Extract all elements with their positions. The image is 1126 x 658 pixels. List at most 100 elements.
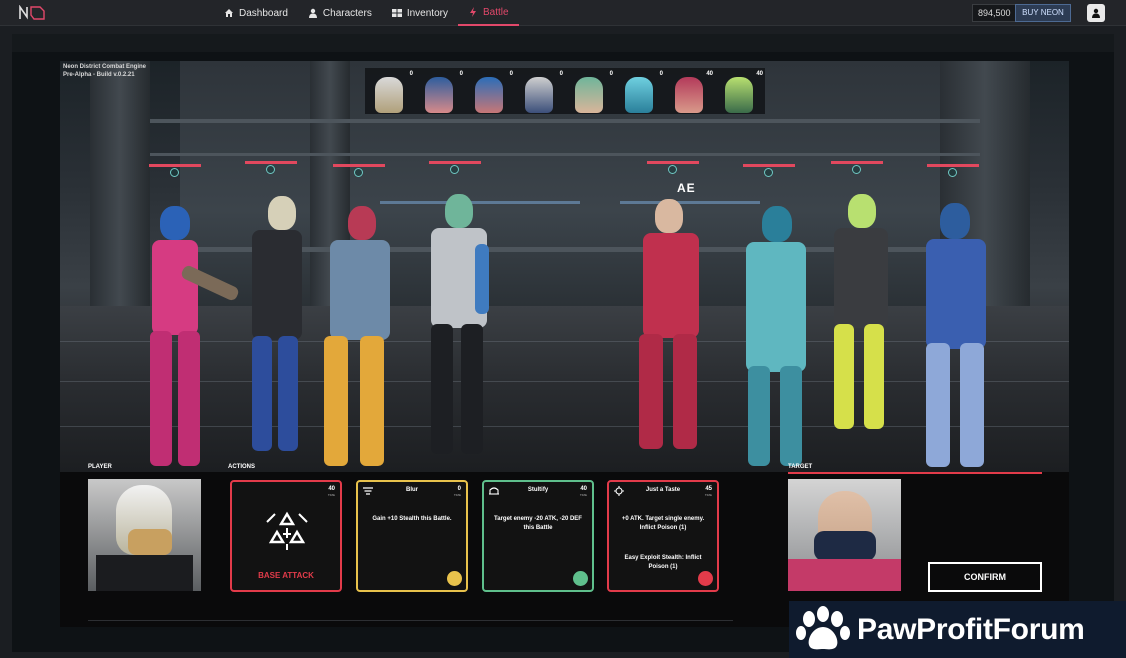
turn-value: 0 (509, 71, 513, 77)
nav-inventory[interactable]: Inventory (382, 0, 458, 26)
target-body (788, 559, 901, 591)
card-cost-unit: TIME (579, 493, 587, 497)
card-just-a-taste[interactable]: Just a Taste 45 TIME +0 ATK. Target singl… (607, 480, 719, 592)
turn-value: 0 (459, 71, 463, 77)
nav-characters-label: Characters (322, 7, 372, 19)
user-menu-button[interactable] (1087, 4, 1105, 22)
card-name: Just a Taste (645, 487, 681, 493)
bolt-icon (469, 7, 476, 17)
background-beam (150, 153, 980, 156)
health-bar (927, 164, 979, 167)
health-bar (429, 161, 481, 164)
card-cost: 0 TIME (454, 486, 461, 498)
turn-portrait[interactable]: 40 (665, 71, 715, 113)
turn-portrait[interactable]: 0 (615, 71, 665, 113)
target-marker[interactable] (266, 165, 275, 174)
turn-value: 0 (409, 71, 413, 77)
nav-menu: Dashboard Characters Inventory Battle (214, 0, 519, 26)
nav-dashboard-label: Dashboard (239, 7, 288, 19)
background-beam (150, 119, 980, 123)
panel-divider (88, 620, 733, 621)
card-description: Gain +10 Stealth this Battle. (372, 516, 452, 522)
turn-portrait[interactable]: 0 (365, 71, 415, 113)
neon-district-logo[interactable] (18, 5, 46, 21)
turn-value: 0 (609, 71, 613, 77)
buy-neon-button[interactable]: BUY NEON (1015, 4, 1071, 22)
target-marker[interactable] (948, 168, 957, 177)
frame-header (12, 34, 1114, 52)
target-marker[interactable] (354, 168, 363, 177)
actions-label: ACTIONS (228, 464, 255, 470)
turn-portrait[interactable]: 0 (515, 71, 565, 113)
neon-balance: 894,500 (972, 4, 1017, 22)
card-cost: 40 TIME (328, 486, 335, 498)
turn-order-bar: 0 0 0 0 0 0 40 40 (365, 68, 765, 114)
nav-battle[interactable]: Battle (457, 0, 519, 26)
health-bar (245, 161, 297, 164)
nav-battle-label: Battle (482, 6, 509, 18)
nav-dashboard[interactable]: Dashboard (214, 0, 298, 26)
health-bar (743, 164, 795, 167)
player-portrait (88, 479, 201, 591)
card-type-dot (573, 571, 588, 586)
enemy-fighter[interactable] (900, 203, 1010, 471)
engine-build-label: Neon District Combat Engine Pre-Alpha - … (63, 63, 146, 79)
user-icon (1092, 8, 1100, 18)
turn-portrait[interactable]: 0 (415, 71, 465, 113)
turn-portrait[interactable]: 0 (465, 71, 515, 113)
card-cost-unit: TIME (453, 493, 461, 497)
card-type-dot (447, 571, 462, 586)
card-blur[interactable]: Blur 0 TIME Gain +10 Stealth this Battle. (356, 480, 468, 592)
confirm-button[interactable]: CONFIRM (928, 562, 1042, 592)
enemy-fighter[interactable] (710, 206, 820, 471)
target-marker[interactable] (668, 165, 677, 174)
card-stultify[interactable]: Stultify 40 TIME Target enemy -20 ATK, -2… (482, 480, 594, 592)
enemy-fighter[interactable] (820, 194, 910, 434)
target-divider (788, 472, 1042, 474)
watermark-banner: PawProfitForum (789, 601, 1126, 658)
engine-build: Pre-Alpha - Build v.0.2.21 (63, 72, 135, 78)
battle-scene: Neon District Combat Engine Pre-Alpha - … (60, 61, 1069, 472)
turn-value: 40 (706, 71, 713, 77)
enemy-fighter[interactable] (605, 199, 705, 449)
player-mask (128, 529, 172, 555)
target-marker[interactable] (450, 165, 459, 174)
target-marker[interactable] (170, 168, 179, 177)
turn-value: 40 (756, 71, 763, 77)
health-bar (647, 161, 699, 164)
watermark-text: PawProfitForum (857, 612, 1085, 646)
player-shoulders (96, 555, 193, 591)
target-marker[interactable] (764, 168, 773, 177)
turn-portrait[interactable]: 40 (715, 71, 765, 113)
card-type-dot (698, 571, 713, 586)
target-gas-mask (814, 531, 876, 561)
base-attack-label: BASE ATTACK (258, 571, 314, 580)
paw-icon (796, 605, 850, 649)
health-bar (831, 161, 883, 164)
card-name: Stultify (527, 487, 549, 493)
nav-characters[interactable]: Characters (298, 0, 382, 26)
ally-fighter[interactable] (310, 206, 410, 471)
ally-fighter[interactable] (230, 196, 320, 456)
ally-fighter[interactable] (130, 206, 241, 471)
card-exploit-description: Easy Exploit Stealth: Inflict Poison (1) (624, 555, 702, 570)
card-description: +0 ATK. Target single enemy. Inflict Poi… (621, 516, 705, 531)
turn-portrait[interactable]: 0 (565, 71, 615, 113)
person-icon (308, 8, 317, 18)
grid-icon (391, 9, 402, 17)
ally-fighter[interactable] (415, 194, 515, 459)
turn-value: 0 (559, 71, 563, 77)
health-bar (333, 164, 385, 167)
top-nav: Dashboard Characters Inventory Battle 89… (0, 0, 1126, 26)
turn-value: 0 (659, 71, 663, 77)
card-cost: 45 TIME (705, 486, 712, 498)
card-base-attack[interactable]: 40 TIME BASE ATTACK (230, 480, 342, 592)
target-portrait (788, 479, 901, 591)
target-marker[interactable] (852, 165, 861, 174)
ae-sign: AE (677, 181, 696, 195)
home-icon (225, 9, 233, 17)
base-attack-icon (266, 511, 308, 550)
card-cost-unit: TIME (704, 493, 712, 497)
card-description: Target enemy -20 ATK, -20 DEF this Battl… (494, 516, 582, 531)
health-bar (149, 164, 201, 167)
